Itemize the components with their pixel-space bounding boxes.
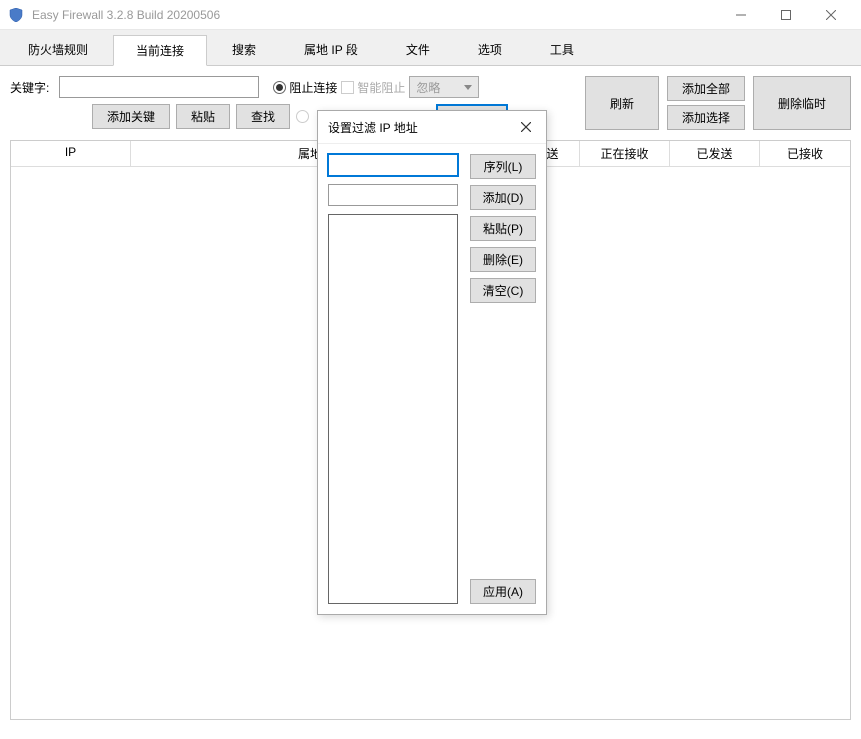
radio-label: 阻止连接 (289, 79, 337, 96)
dialog-apply-button[interactable]: 应用(A) (470, 579, 536, 604)
dropdown-value: 忽略 (416, 79, 440, 96)
dialog-ip-input-2[interactable] (328, 184, 458, 206)
col-received[interactable]: 已接收 (760, 141, 850, 166)
keyword-input[interactable] (59, 76, 259, 98)
app-icon (8, 7, 24, 23)
maximize-button[interactable] (763, 0, 808, 30)
paste-button[interactable]: 粘贴 (176, 104, 230, 129)
delete-temp-button[interactable]: 删除临时 (753, 76, 851, 130)
tab-file[interactable]: 文件 (383, 34, 453, 65)
window-title: Easy Firewall 3.2.8 Build 20200506 (32, 8, 718, 22)
radio-icon (296, 110, 309, 123)
tab-firewall-rules[interactable]: 防火墙规则 (5, 34, 111, 65)
window-controls (718, 0, 853, 30)
titlebar: Easy Firewall 3.2.8 Build 20200506 (0, 0, 861, 30)
checkbox-smart-block[interactable]: 智能阻止 (341, 79, 405, 96)
toolbar-row-1: 关键字: 阻止连接 智能阻止 忽略 (10, 76, 585, 98)
col-receiving[interactable]: 正在接收 (580, 141, 670, 166)
dialog-add-button[interactable]: 添加(D) (470, 185, 536, 210)
dialog-sequence-button[interactable]: 序列(L) (470, 154, 536, 179)
dialog-body: 序列(L) 添加(D) 粘贴(P) 删除(E) 清空(C) 应用(A) (318, 144, 546, 614)
right-button-group: 刷新 添加全部 添加选择 删除临时 (585, 76, 851, 130)
dialog-clear-button[interactable]: 清空(C) (470, 278, 536, 303)
col-sent[interactable]: 已发送 (670, 141, 760, 166)
refresh-button[interactable]: 刷新 (585, 76, 659, 130)
add-all-button[interactable]: 添加全部 (667, 76, 745, 101)
dialog-title-text: 设置过滤 IP 地址 (328, 119, 418, 136)
col-ip[interactable]: IP (11, 141, 131, 166)
dialog-titlebar: 设置过滤 IP 地址 (318, 111, 546, 144)
minimize-button[interactable] (718, 0, 763, 30)
filter-ip-dialog: 设置过滤 IP 地址 序列(L) 添加(D) 粘贴(P) 删除(E) 清空(C)… (317, 110, 547, 615)
add-select-button[interactable]: 添加选择 (667, 105, 745, 130)
radio-icon (273, 81, 286, 94)
keyword-label: 关键字: (10, 79, 49, 96)
dialog-close-button[interactable] (516, 117, 536, 137)
tab-tools[interactable]: 工具 (527, 34, 597, 65)
checkbox-label: 智能阻止 (357, 79, 405, 96)
find-button[interactable]: 查找 (236, 104, 290, 129)
checkbox-icon (341, 81, 354, 94)
dialog-ip-listbox[interactable] (328, 214, 458, 604)
tab-ip-region[interactable]: 属地 IP 段 (281, 34, 381, 65)
tabs-row: 防火墙规则 当前连接 搜索 属地 IP 段 文件 选项 工具 (0, 30, 861, 66)
radio-block-connection[interactable]: 阻止连接 (273, 79, 337, 96)
add-keyword-button[interactable]: 添加关键 (92, 104, 170, 129)
tab-current-connections[interactable]: 当前连接 (113, 35, 207, 66)
ignore-dropdown[interactable]: 忽略 (409, 76, 479, 98)
dialog-paste-button[interactable]: 粘贴(P) (470, 216, 536, 241)
dialog-delete-button[interactable]: 删除(E) (470, 247, 536, 272)
dialog-ip-input-1[interactable] (328, 154, 458, 176)
tab-options[interactable]: 选项 (455, 34, 525, 65)
close-button[interactable] (808, 0, 853, 30)
tab-search[interactable]: 搜索 (209, 34, 279, 65)
